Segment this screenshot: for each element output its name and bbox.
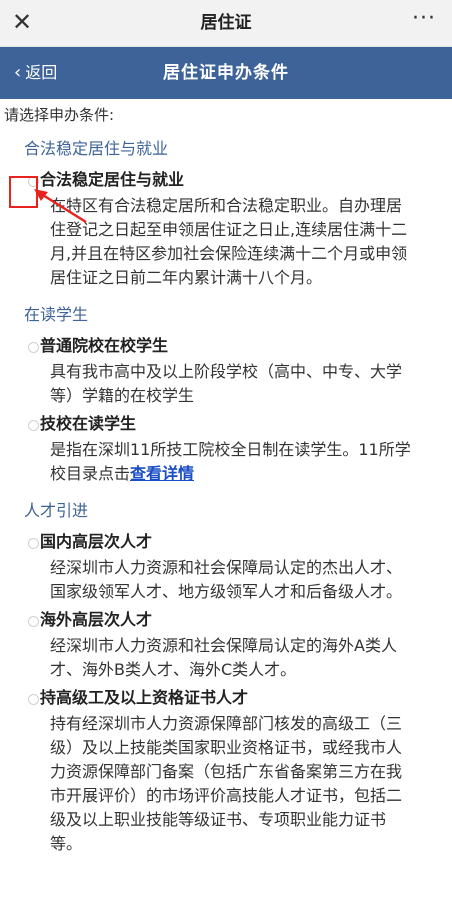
condition-description: 经深圳市人力资源和社会保障局认定的杰出人才、国家级领军人才、地方级领军人才和后备… bbox=[50, 558, 403, 601]
condition-radio[interactable] bbox=[28, 420, 39, 431]
page-title: 居住证申办条件 bbox=[163, 63, 289, 83]
select-prompt: 请选择申办条件: bbox=[4, 106, 115, 124]
section-students: 在读学生 普通院校在校学生 具有我市高中及以上阶段学校（高中、中专、大学等）学籍… bbox=[0, 298, 452, 486]
section-title: 在读学生 bbox=[24, 305, 89, 324]
window-title: 居住证 bbox=[200, 13, 252, 33]
condition-radio[interactable] bbox=[28, 694, 39, 705]
condition-item[interactable]: 技校在读学生 是指在深圳11所技工院校全日制在读学生。11所学校目录点击查看详情 bbox=[0, 412, 452, 486]
more-icon[interactable]: ··· bbox=[412, 6, 436, 31]
condition-item[interactable]: 普通院校在校学生 具有我市高中及以上阶段学校（高中、中专、大学等）学籍的在校学生 bbox=[0, 334, 452, 408]
condition-radio[interactable] bbox=[28, 342, 39, 353]
annotation-arrow-icon bbox=[34, 189, 87, 224]
condition-radio[interactable] bbox=[28, 616, 39, 627]
view-details-link[interactable]: 查看详情 bbox=[130, 464, 194, 483]
section-talent: 人才引进 国内高层次人才 经深圳市人力资源和社会保障局认定的杰出人才、国家级领军… bbox=[0, 494, 452, 856]
condition-description: 经深圳市人力资源和社会保障局认定的海外A类人才、海外B类人才、海外C类人才。 bbox=[50, 636, 397, 679]
section-title: 人才引进 bbox=[24, 501, 89, 520]
condition-description: 具有我市高中及以上阶段学校（高中、中专、大学等）学籍的在校学生 bbox=[50, 362, 403, 405]
condition-radio[interactable] bbox=[28, 538, 39, 549]
condition-item[interactable]: 国内高层次人才 经深圳市人力资源和社会保障局认定的杰出人才、国家级领军人才、地方… bbox=[0, 530, 452, 604]
condition-name: 持高级工及以上资格证书人才 bbox=[40, 688, 249, 707]
condition-item[interactable]: 海外高层次人才 经深圳市人力资源和社会保障局认定的海外A类人才、海外B类人才、海… bbox=[0, 608, 452, 682]
condition-name: 普通院校在校学生 bbox=[40, 336, 169, 355]
condition-name: 技校在读学生 bbox=[40, 414, 137, 433]
condition-description: 持有经深圳市人力资源保障部门核发的高级工（三级）及以上技能类国家职业资格证书，或… bbox=[50, 714, 403, 853]
condition-name: 海外高层次人才 bbox=[40, 610, 153, 629]
condition-description: 是指在深圳11所技工院校全日制在读学生。11所学校目录点击查看详情 bbox=[40, 438, 414, 486]
condition-description: 在特区有合法稳定居所和合法稳定职业。自办理居住登记之日起至申领居住证之日止,连续… bbox=[50, 196, 408, 287]
description-text: 是指在深圳11所技工院校全日制在读学生。11所学校目录点击 bbox=[50, 440, 411, 483]
condition-name: 国内高层次人才 bbox=[40, 532, 153, 551]
condition-name: 合法稳定居住与就业 bbox=[40, 170, 185, 189]
condition-item[interactable]: 持高级工及以上资格证书人才 持有经深圳市人力资源保障部门核发的高级工（三级）及以… bbox=[0, 686, 452, 856]
window-titlebar: ✕ 居住证 ··· bbox=[0, 0, 452, 47]
nav-header: ‹ 返回 居住证申办条件 bbox=[0, 47, 452, 99]
section-title: 合法稳定居住与就业 bbox=[24, 139, 169, 158]
